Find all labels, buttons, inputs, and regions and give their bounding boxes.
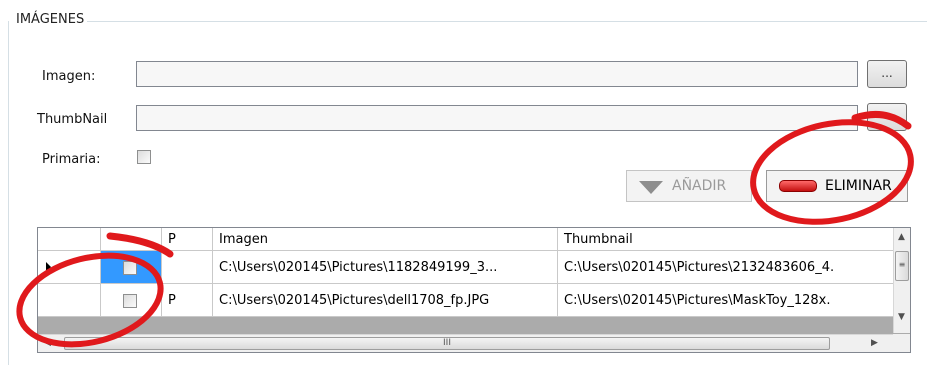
scroll-corner [893, 334, 910, 352]
cell-imagen[interactable]: C:\Users\020145\Pictures\dell1708_fp.JPG [213, 284, 558, 317]
thumbnail-label: ThumbNail [37, 112, 108, 127]
cell-thumbnail[interactable]: C:\Users\020145\Pictures\MaskToy_128x. [558, 284, 895, 317]
row-selector[interactable] [38, 251, 101, 284]
scroll-down-arrow-icon[interactable]: ▼ [898, 312, 905, 322]
row-checkbox[interactable] [123, 294, 137, 308]
imagen-field[interactable] [136, 61, 858, 87]
row-checkbox[interactable] [123, 261, 137, 275]
header-p[interactable]: P [162, 228, 213, 251]
images-grid[interactable]: P Imagen Thumbnail C:\Users\020145\Pictu… [37, 227, 911, 353]
current-row-arrow-icon [46, 262, 51, 272]
vertical-scroll-thumb[interactable]: ≡ [895, 251, 909, 281]
delete-button-label: ELIMINAR [825, 178, 892, 194]
header-imagen[interactable]: Imagen [213, 228, 558, 251]
down-triangle-icon [639, 181, 663, 194]
group-border-left [8, 21, 9, 365]
add-button[interactable]: AÑADIR [626, 170, 752, 202]
header-row-selector [38, 228, 101, 251]
add-button-label: AÑADIR [672, 178, 727, 194]
scroll-right-arrow-icon[interactable]: ▶ [871, 338, 878, 348]
primaria-checkbox[interactable] [137, 150, 151, 164]
scroll-left-arrow-icon[interactable]: ◀ [44, 338, 51, 348]
row-checkbox-cell[interactable] [101, 251, 162, 284]
thumbnail-browse-button[interactable] [867, 103, 907, 131]
row-checkbox-cell[interactable] [101, 284, 162, 317]
cell-imagen[interactable]: C:\Users\020145\Pictures\1182849199_3... [213, 251, 558, 284]
delete-button[interactable]: ELIMINAR [766, 170, 908, 202]
cell-p[interactable] [162, 251, 213, 284]
vertical-scrollbar[interactable]: ▲ ≡ ▼ [893, 228, 910, 333]
cell-p[interactable]: P [162, 284, 213, 317]
cell-thumbnail[interactable]: C:\Users\020145\Pictures\2132483606_4. [558, 251, 895, 284]
row-selector[interactable] [38, 284, 101, 317]
imagen-browse-button[interactable]: ... [867, 60, 907, 88]
primaria-label: Primaria: [42, 152, 101, 167]
group-title: IMÁGENES [13, 12, 88, 27]
header-thumbnail[interactable]: Thumbnail [558, 228, 895, 251]
scroll-up-arrow-icon[interactable]: ▲ [898, 232, 905, 242]
delete-pill-icon [779, 180, 817, 192]
imagen-label: Imagen: [42, 69, 96, 84]
thumbnail-field[interactable] [136, 105, 858, 131]
horizontal-scroll-thumb[interactable]: III [64, 337, 830, 350]
horizontal-scrollbar[interactable]: ◀ III ▶ [38, 334, 893, 352]
group-border-top [17, 21, 927, 22]
header-check[interactable] [101, 228, 162, 251]
